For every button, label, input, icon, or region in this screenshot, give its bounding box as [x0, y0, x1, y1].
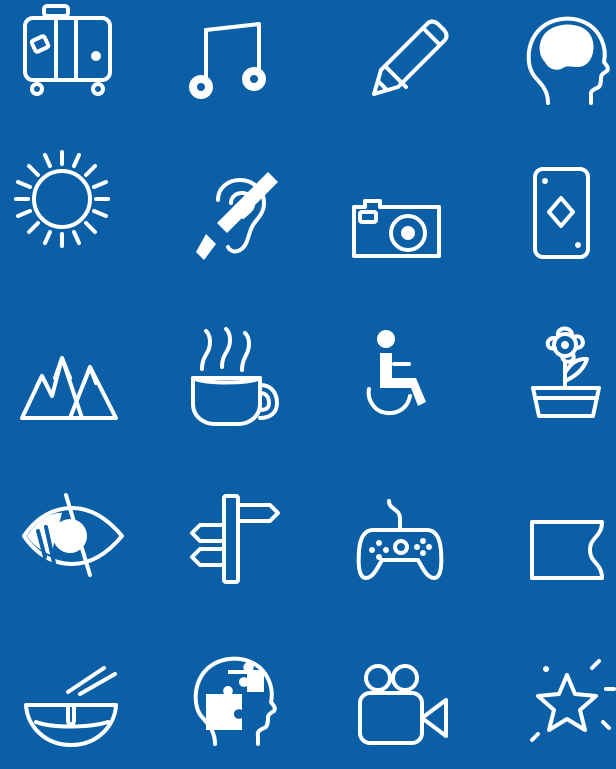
suitcase-icon [10, 0, 120, 108]
icon-grid [0, 0, 616, 747]
blind-eye-icon [14, 483, 124, 593]
sun-icon [12, 144, 122, 254]
pencil-icon [356, 8, 466, 118]
mountains-icon [14, 318, 124, 428]
playing-card-icon [518, 156, 616, 266]
hot-cup-icon [180, 322, 290, 432]
brain-head-icon [517, 8, 616, 118]
game-controller-icon [348, 486, 458, 596]
puzzle-head-icon [184, 640, 294, 750]
music-note-icon [176, 6, 286, 116]
ticket-icon [520, 494, 616, 604]
sparkle-star-icon [522, 651, 616, 761]
signpost-icon [180, 482, 290, 592]
wheelchair-icon [356, 312, 466, 422]
noodle-bowl-icon [16, 650, 126, 760]
video-camera-icon [348, 655, 458, 765]
potted-flower-icon [515, 318, 616, 428]
camera-icon [344, 174, 454, 284]
hearing-loop-icon [182, 164, 292, 274]
icon-board [0, 0, 616, 747]
